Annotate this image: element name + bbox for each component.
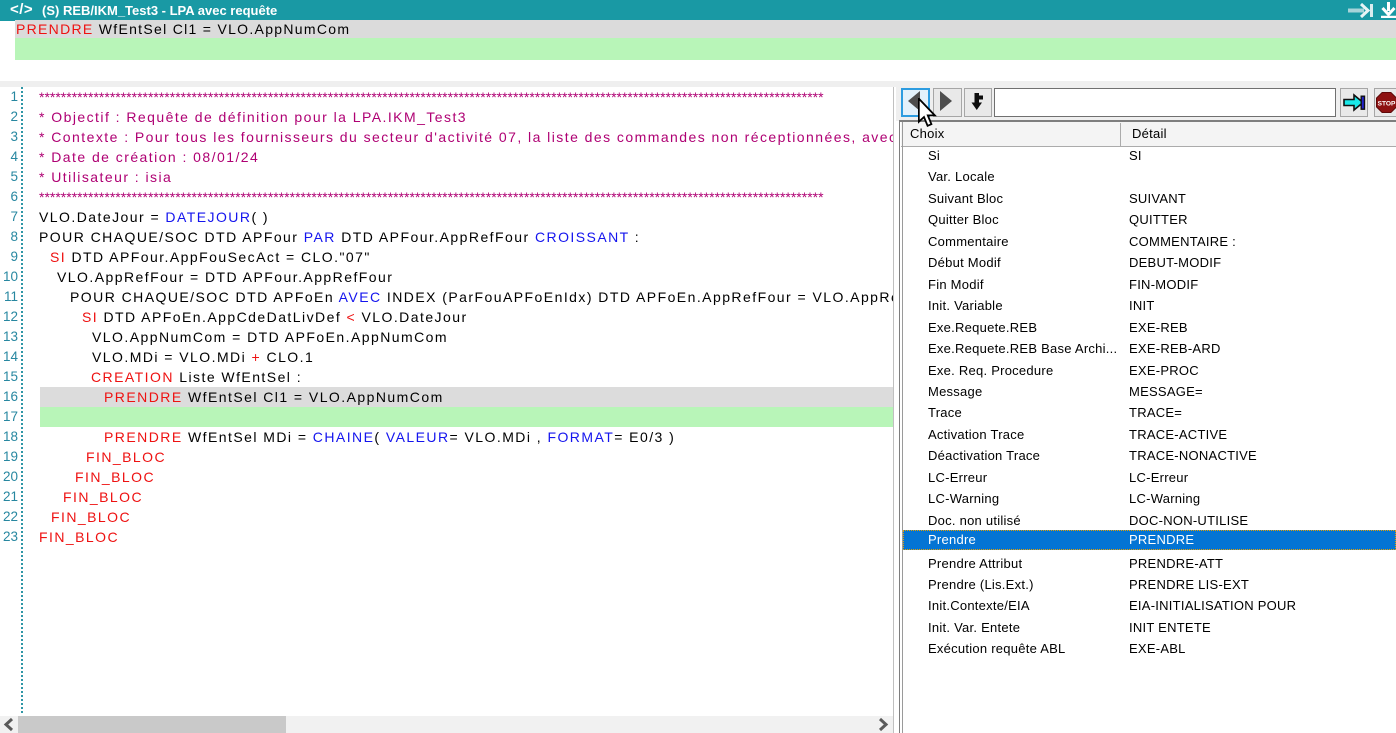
svg-text:STOP: STOP (1378, 100, 1396, 107)
